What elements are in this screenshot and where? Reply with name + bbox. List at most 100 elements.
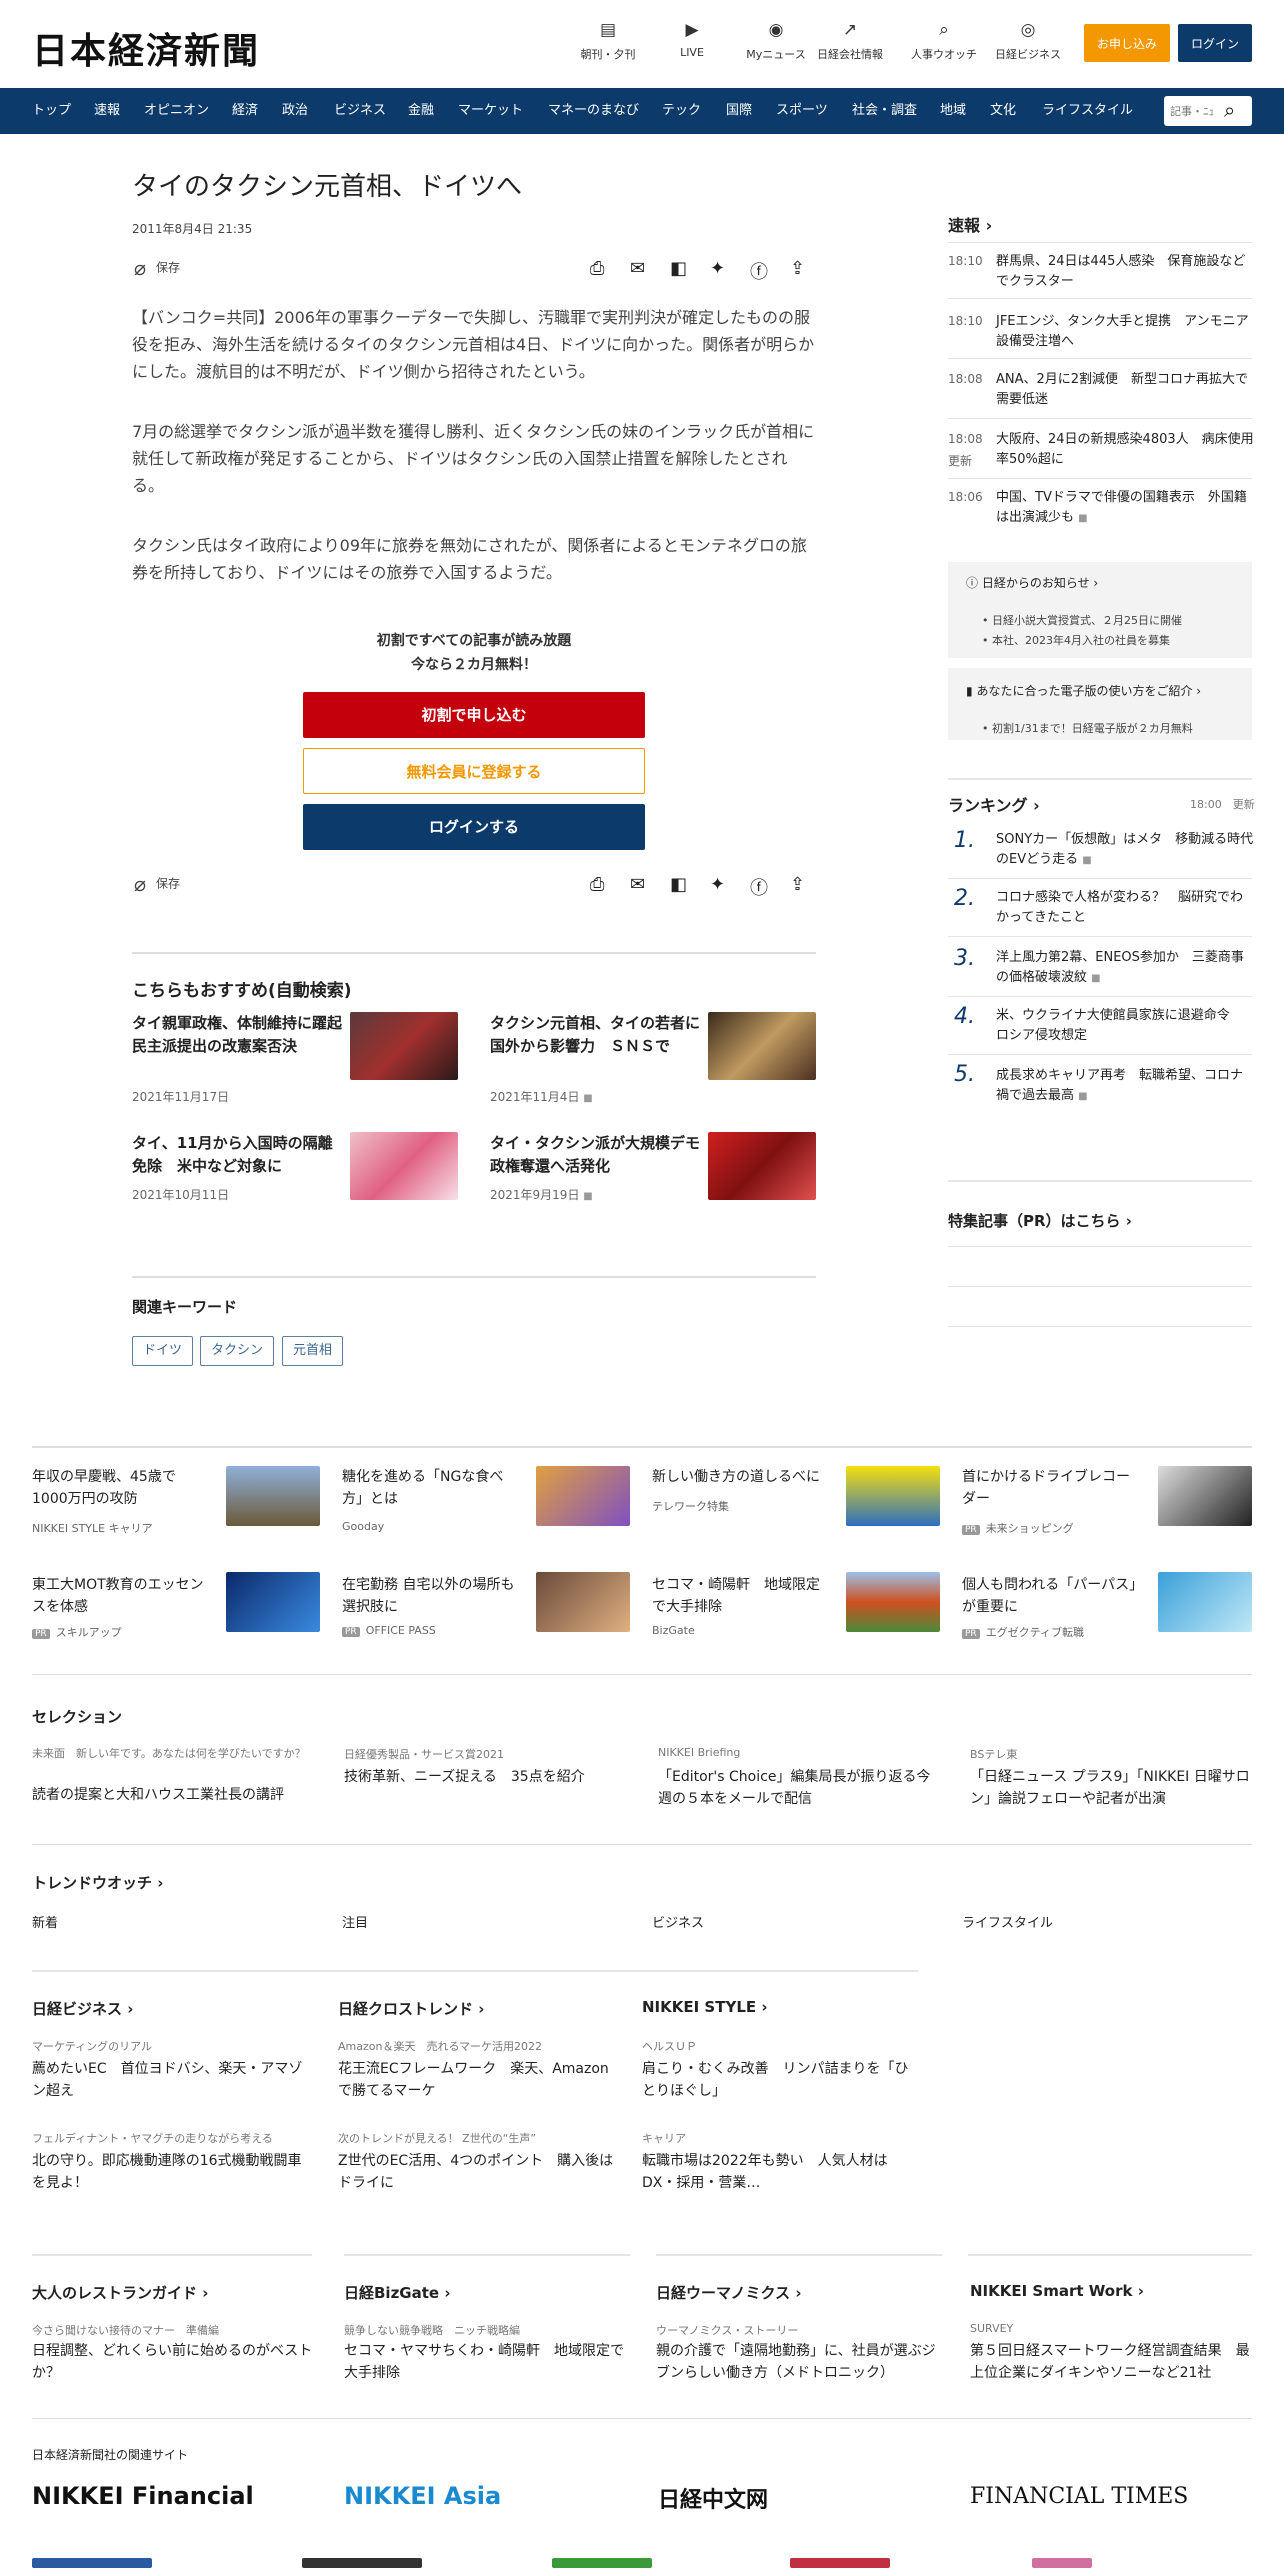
brand-logo[interactable] bbox=[790, 2558, 890, 2568]
group-title[interactable]: 第５回日経スマートワーク経営調査結果 最上位企業にダイキンやソニーなど21社 bbox=[970, 2340, 1252, 2384]
brand-nikkei-financial[interactable]: NIKKEI Financial bbox=[32, 2482, 254, 2510]
group-title[interactable]: 転職市場は2022年も勢い 人気人材はDX・採用・营業… bbox=[642, 2150, 920, 2194]
ad-title[interactable]: 糖化を進める「NGな食べ方」とは bbox=[342, 1466, 520, 1510]
brand-logo[interactable] bbox=[302, 2558, 422, 2568]
selection-title[interactable]: 「Editor's Choice」編集局長が振り返る今週の５本をメールで配信 bbox=[658, 1766, 938, 1810]
ad-thumbnail[interactable] bbox=[1158, 1466, 1252, 1526]
group-heading[interactable]: 日経ビジネス › bbox=[32, 1998, 133, 2019]
nav-item[interactable]: 社会・調査 bbox=[852, 88, 917, 134]
brand-financial-times[interactable]: FINANCIAL TIMES bbox=[970, 2484, 1188, 2509]
group-title[interactable]: セコマ・ヤマサちくわ・崎陽軒 地域限定で大手排除 bbox=[344, 2340, 630, 2384]
nav-item[interactable]: スポーツ bbox=[776, 88, 828, 134]
ranking-title[interactable]: 成長求めキャリア再考 転職希望、コロナ禍で過去最高 ■ bbox=[996, 1066, 1254, 1107]
keyword-tag[interactable]: タクシン bbox=[200, 1336, 275, 1366]
trend-tab[interactable]: 新着 bbox=[32, 1912, 58, 1931]
selection-title[interactable]: 「日経ニュース プラス9」「NIKKEI 日曜サロン」論説フェローや記者が出演 bbox=[970, 1766, 1252, 1810]
nav-item[interactable]: 経済 bbox=[232, 88, 258, 134]
print-icon[interactable]: ⎙ bbox=[590, 258, 604, 279]
recommend-title[interactable]: タイ、11月から入国時の隔離免除 米中など対象に bbox=[132, 1132, 342, 1178]
ranking-title[interactable]: SONYカー「仮想敵」はメタ 移動減る時代のEVどう走る ■ bbox=[996, 830, 1254, 871]
nav-item[interactable]: 速報 bbox=[94, 88, 120, 134]
tool-mynews[interactable]: ◉ Myニュース bbox=[738, 20, 814, 62]
register-button[interactable]: 無料会員に登録する bbox=[303, 748, 645, 794]
ad-title[interactable]: 東工大MOT教育のエッセンスを体感 bbox=[32, 1574, 210, 1618]
ranking-heading[interactable]: ランキング › bbox=[948, 792, 1040, 816]
tool-business[interactable]: ◎ 日経ビジネス bbox=[990, 20, 1066, 62]
save-button[interactable]: ⌀ 保存 bbox=[134, 256, 180, 280]
nav-item[interactable]: 文化 bbox=[990, 88, 1016, 134]
ad-thumbnail[interactable] bbox=[1158, 1572, 1252, 1632]
nav-item[interactable]: オピニオン bbox=[144, 88, 209, 134]
nav-item[interactable]: 金融 bbox=[408, 88, 434, 134]
tool-live[interactable]: ▶ LIVE bbox=[654, 20, 730, 59]
group-heading[interactable]: 日経ウーマノミクス › bbox=[656, 2282, 802, 2303]
pr-heading[interactable]: 特集記事（PR）はこちら › bbox=[948, 1210, 1132, 1231]
group-title[interactable]: Z世代のEC活用、4つのポイント 購入後はドライに bbox=[338, 2150, 616, 2194]
news-heading[interactable]: 速報 › bbox=[948, 212, 992, 236]
facebook-icon[interactable]: ⓕ bbox=[750, 258, 768, 284]
share-icon[interactable]: ⇪ bbox=[790, 874, 805, 895]
group-heading[interactable]: 大人のレストランガイド › bbox=[32, 2282, 208, 2303]
recommend-thumbnail[interactable] bbox=[708, 1012, 816, 1080]
news-title[interactable]: 群馬県、24日は445人感染 保育施設などでクラスター bbox=[996, 252, 1254, 292]
bookmark-icon[interactable]: ◧ bbox=[670, 874, 687, 895]
group-heading[interactable]: 日経クロストレンド › bbox=[338, 1998, 484, 2019]
share-icon[interactable]: ⇪ bbox=[790, 258, 805, 279]
nav-item[interactable]: ビジネス bbox=[334, 88, 386, 134]
ad-thumbnail[interactable] bbox=[226, 1572, 320, 1632]
nav-item[interactable]: マネーのまなび bbox=[548, 88, 639, 134]
ranking-title[interactable]: コロナ感染で人格が変わる？ 脳研究でわかってきたこと bbox=[996, 888, 1254, 928]
ranking-title[interactable]: 洋上風力第2幕、ENEOS参加か 三菱商事の価格破壊波紋 ■ bbox=[996, 948, 1254, 989]
brand-logo[interactable] bbox=[1032, 2558, 1092, 2568]
recommend-thumbnail[interactable] bbox=[708, 1132, 816, 1200]
ad-thumbnail[interactable] bbox=[536, 1466, 630, 1526]
recommend-thumbnail[interactable] bbox=[350, 1132, 458, 1200]
notice-heading[interactable]: ⓘ 日経からのお知らせ › bbox=[966, 574, 1098, 591]
bookmark-icon[interactable]: ◧ bbox=[670, 258, 687, 279]
news-title[interactable]: JFEエンジ、タンク大手と提携 アンモニア設備受注増へ bbox=[996, 312, 1254, 352]
group-title[interactable]: 薦めたいEC 首位ヨドバシ、楽天・アマゾン超え bbox=[32, 2058, 310, 2102]
group-heading[interactable]: NIKKEI Smart Work › bbox=[970, 2282, 1144, 2300]
ad-thumbnail[interactable] bbox=[226, 1466, 320, 1526]
trend-heading[interactable]: トレンドウオッチ › bbox=[32, 1872, 163, 1893]
group-title[interactable]: 日程調整、どれくらい前に始めるのがベスト か？ bbox=[32, 2340, 318, 2384]
keyword-tag[interactable]: ドイツ bbox=[132, 1336, 194, 1366]
news-title[interactable]: ANA、2月に2割減便 新型コロナ再拡大で需要低迷 bbox=[996, 370, 1254, 410]
brand-logo[interactable] bbox=[32, 2558, 152, 2568]
ad-title[interactable]: 年収の早慶戦、45歳で1000万円の攻防 bbox=[32, 1466, 210, 1510]
group-title[interactable]: 肩こり・むくみ改善 リンパ詰まりを「ひとりほぐし」 bbox=[642, 2058, 920, 2102]
article-login-button[interactable]: ログインする bbox=[303, 804, 645, 850]
group-heading[interactable]: 日経BizGate › bbox=[344, 2282, 451, 2303]
trend-tab[interactable]: ビジネス bbox=[652, 1912, 704, 1931]
trend-tab[interactable]: ライフスタイル bbox=[962, 1912, 1053, 1931]
news-title[interactable]: 大阪府、24日の新規感染4803人 病床使用率50%超に bbox=[996, 430, 1254, 470]
nav-item[interactable]: 政治 bbox=[282, 88, 308, 134]
ad-title[interactable]: 新しい働き方の道しるべに bbox=[652, 1466, 830, 1488]
nav-item[interactable]: マーケット bbox=[458, 88, 523, 134]
notice-item[interactable]: • 日経小説大賞授賞式、２月25日に開催 bbox=[982, 612, 1182, 628]
ad-title[interactable]: 在宅勤務 自宅以外の場所も選択肢に bbox=[342, 1574, 520, 1618]
nav-item[interactable]: トップ bbox=[32, 88, 71, 134]
selection-title[interactable]: 読者の提案と大和ハウス工業社長の講評 bbox=[32, 1784, 318, 1806]
recommend-title[interactable]: タイ・タクシン派が大規模デモ 政権奪還へ活発化 bbox=[490, 1132, 715, 1178]
tool-newspaper[interactable]: ▤ 朝刊・夕刊 bbox=[570, 20, 646, 62]
apply-button[interactable]: お申し込み bbox=[1084, 24, 1170, 62]
recommend-thumbnail[interactable] bbox=[350, 1012, 458, 1080]
guide-item[interactable]: • 初割1/31まで！日経電子版が２カ月無料 bbox=[982, 720, 1193, 736]
ad-title[interactable]: 首にかけるドライブレコーダー bbox=[962, 1466, 1142, 1510]
search-icon[interactable]: ⌕ bbox=[1224, 98, 1235, 122]
twitter-icon[interactable]: ✦ bbox=[710, 874, 725, 895]
tool-company[interactable]: ↗ 日経会社情報 bbox=[812, 20, 888, 62]
subscribe-button[interactable]: 初割で申し込む bbox=[303, 692, 645, 738]
brand-logo[interactable] bbox=[552, 2558, 652, 2568]
group-title[interactable]: 花王流ECフレームワーク 楽天、Amazonで勝てるマーケ bbox=[338, 2058, 616, 2102]
nav-item[interactable]: 国際 bbox=[726, 88, 752, 134]
recommend-title[interactable]: タクシン元首相、タイの若者に国外から影響力 ＳＮＳで bbox=[490, 1012, 700, 1058]
guide-heading[interactable]: ▮ あなたに合った電子版の使い方をご紹介 › bbox=[966, 682, 1201, 699]
brand-nikkei-chinese[interactable]: 日経中文网 bbox=[658, 2482, 768, 2514]
group-title[interactable]: 北の守り。即応機動連隊の16式機動戦闘車を見よ！ bbox=[32, 2150, 310, 2194]
notice-item[interactable]: • 本社、2023年4月入社の社員を募集 bbox=[982, 632, 1170, 648]
ad-thumbnail[interactable] bbox=[846, 1466, 940, 1526]
login-button[interactable]: ログイン bbox=[1178, 24, 1252, 62]
facebook-icon[interactable]: ⓕ bbox=[750, 874, 768, 900]
